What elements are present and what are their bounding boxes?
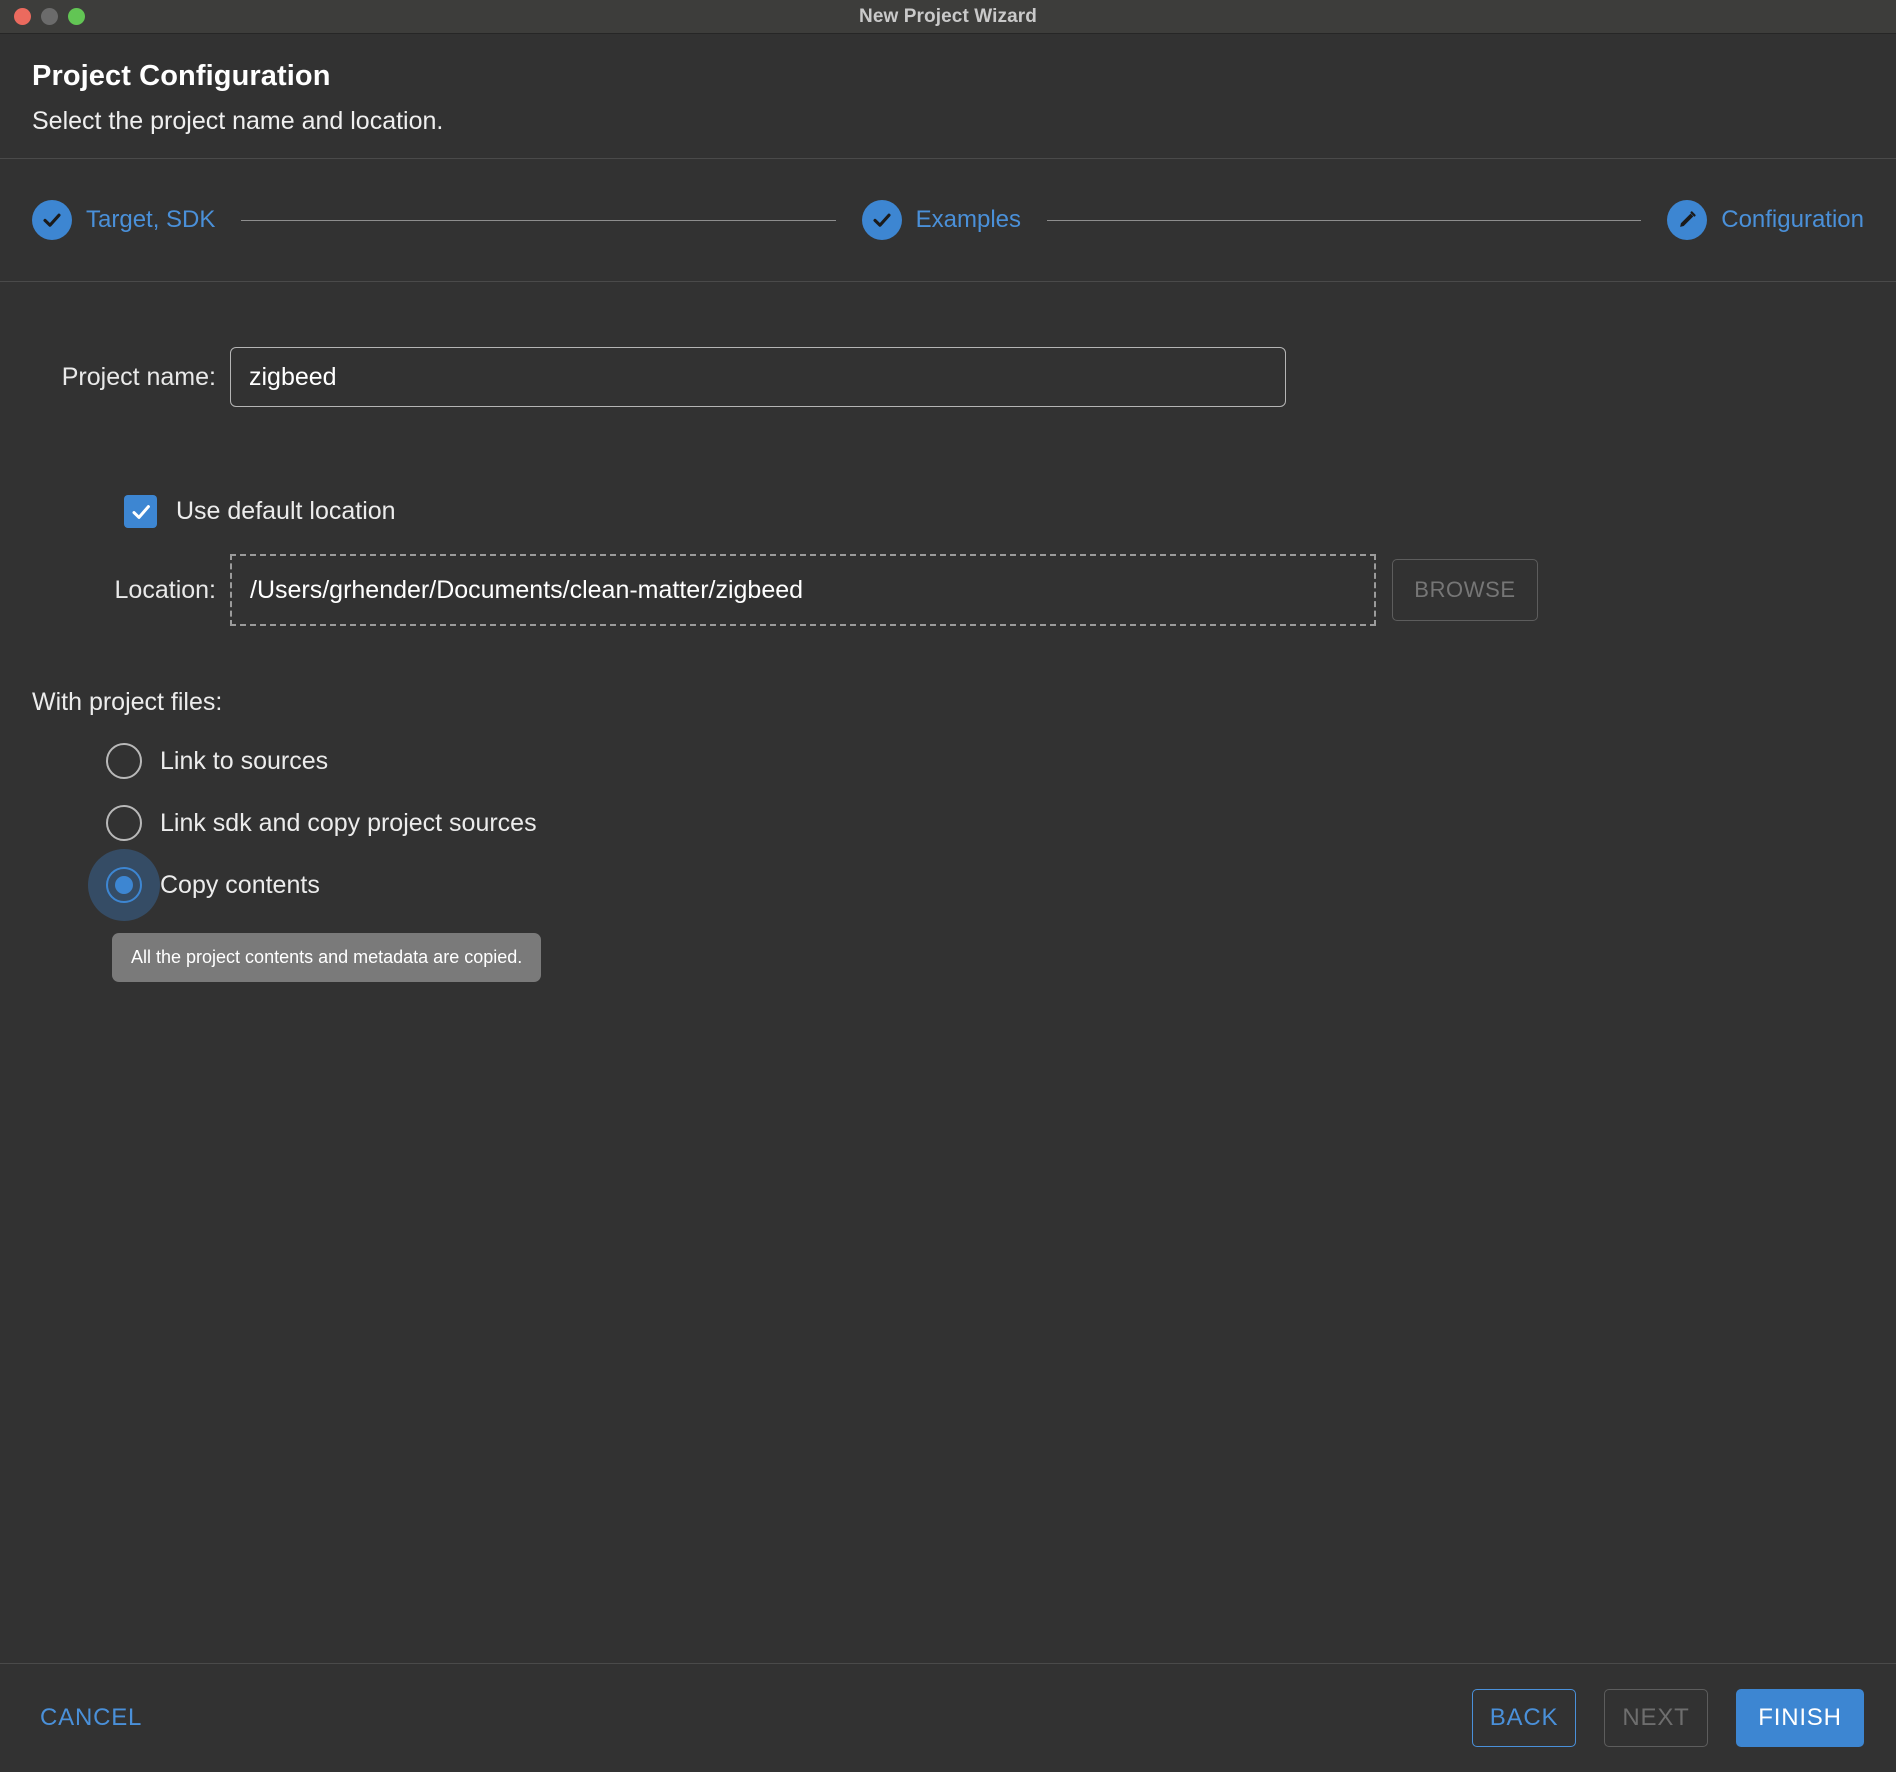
use-default-location-checkbox[interactable] — [124, 495, 157, 528]
cancel-button[interactable]: CANCEL — [32, 1692, 150, 1744]
use-default-location-label: Use default location — [176, 497, 396, 526]
step-connector-2 — [1047, 220, 1641, 221]
location-label: Location: — [32, 576, 230, 605]
check-icon — [862, 200, 902, 240]
wizard-content: Project name: Use default location Locat… — [0, 282, 1896, 1663]
use-default-location-row[interactable]: Use default location — [32, 495, 1864, 528]
window-title: New Project Wizard — [0, 6, 1896, 28]
step-label-target-sdk: Target, SDK — [86, 206, 215, 234]
wizard-stepper: Target, SDK Examples Configuration — [0, 159, 1896, 282]
radio-option-copy-contents[interactable]: Copy contents — [32, 867, 1864, 903]
step-examples[interactable]: Examples — [862, 200, 1021, 240]
location-row: Location: BROWSE — [32, 554, 1864, 626]
project-name-input[interactable] — [230, 347, 1286, 407]
finish-button[interactable]: FINISH — [1736, 1689, 1864, 1747]
step-configuration[interactable]: Configuration — [1667, 200, 1864, 240]
radio-icon[interactable] — [106, 743, 142, 779]
radio-icon-selected[interactable] — [106, 867, 142, 903]
radio-label-copy-contents: Copy contents — [160, 871, 320, 900]
next-button[interactable]: NEXT — [1604, 1689, 1708, 1747]
page-title: Project Configuration — [32, 60, 1864, 93]
radio-option-link-sdk-copy-sources[interactable]: Link sdk and copy project sources — [32, 805, 1864, 841]
wizard-window: New Project Wizard Project Configuration… — [0, 0, 1896, 1772]
close-window-icon[interactable] — [14, 8, 31, 25]
tooltip-content: All the project contents and metadata ar… — [112, 933, 541, 982]
page-subtitle: Select the project name and location. — [32, 107, 1864, 136]
wizard-footer: CANCEL BACK NEXT FINISH — [0, 1663, 1896, 1772]
step-connector-1 — [241, 220, 835, 221]
step-label-configuration: Configuration — [1721, 206, 1864, 234]
browse-button[interactable]: BROWSE — [1392, 559, 1538, 621]
minimize-window-icon[interactable] — [41, 8, 58, 25]
project-files-title: With project files: — [32, 688, 1864, 717]
project-name-row: Project name: — [32, 347, 1864, 407]
check-icon — [32, 200, 72, 240]
project-name-label: Project name: — [32, 363, 230, 392]
location-input[interactable] — [230, 554, 1376, 626]
maximize-window-icon[interactable] — [68, 8, 85, 25]
window-titlebar: New Project Wizard — [0, 0, 1896, 34]
back-button[interactable]: BACK — [1472, 1689, 1576, 1747]
radio-option-link-to-sources[interactable]: Link to sources — [32, 743, 1864, 779]
step-target-sdk[interactable]: Target, SDK — [32, 200, 215, 240]
radio-label-link-to-sources: Link to sources — [160, 747, 328, 776]
traffic-lights — [0, 8, 85, 25]
radio-icon[interactable] — [106, 805, 142, 841]
pencil-icon — [1667, 200, 1707, 240]
radio-label-link-sdk-copy-sources: Link sdk and copy project sources — [160, 809, 537, 838]
check-icon — [129, 500, 153, 524]
page-header: Project Configuration Select the project… — [0, 34, 1896, 159]
step-label-examples: Examples — [916, 206, 1021, 234]
